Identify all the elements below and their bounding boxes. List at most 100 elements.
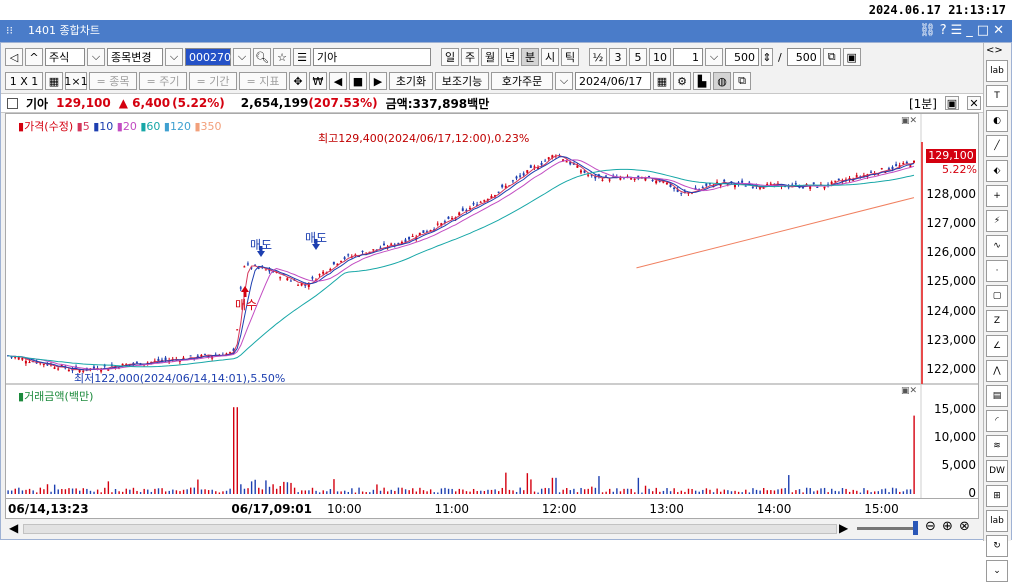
tool-arc-icon[interactable]: ◜ — [986, 410, 1008, 432]
zoom-slider-thumb[interactable] — [913, 521, 918, 535]
half-button[interactable]: ½ — [589, 48, 607, 66]
interval-input[interactable]: 1 — [673, 48, 703, 66]
volume-bar — [730, 491, 733, 494]
count-input[interactable]: 500 — [725, 48, 759, 66]
compare-period-button[interactable]: = 주기 — [139, 72, 187, 90]
change-stock-button[interactable]: 종목변경 — [107, 48, 163, 66]
minimize-icon[interactable]: _ — [966, 23, 977, 38]
period-year[interactable]: 년 — [501, 48, 519, 66]
tool-dot-icon[interactable]: · — [986, 260, 1008, 282]
add-pane-icon[interactable]: ⧉ — [733, 72, 751, 90]
search-icon[interactable]: 🔍︎ — [253, 48, 271, 66]
tool-ref-icon[interactable]: ↻ — [986, 535, 1008, 557]
menu-icon[interactable]: ☰ — [951, 23, 967, 38]
date-input[interactable]: 2024/06/17 — [575, 72, 651, 90]
asset-dropdown-icon[interactable]: ⌵ — [87, 48, 105, 66]
volume-bar — [551, 477, 554, 494]
volume-bar — [215, 491, 217, 494]
tool-wave-icon[interactable]: ∿ — [986, 235, 1008, 257]
asset-type-select[interactable]: 주식 — [45, 48, 85, 66]
select-checkbox[interactable] — [7, 97, 18, 109]
scroll-right-icon[interactable]: ▶ — [839, 521, 848, 535]
tool-wave2-icon[interactable]: ≋ — [986, 435, 1008, 457]
tool-tl-icon[interactable]: ⊞ — [986, 485, 1008, 507]
tool-lab2-icon[interactable]: lab — [986, 510, 1008, 532]
link-icon[interactable]: ⛓ — [919, 23, 940, 38]
scroll-left-icon[interactable]: ◀ — [9, 521, 18, 535]
tool-T-icon[interactable]: T — [986, 85, 1008, 107]
order-button[interactable]: 호가주문 — [491, 72, 553, 90]
interval-5[interactable]: 5 — [629, 48, 647, 66]
tool-lab-icon[interactable]: lab — [986, 60, 1008, 82]
tool-Z-icon[interactable]: Z — [986, 310, 1008, 332]
interval-dropdown-icon[interactable]: ⌵ — [705, 48, 723, 66]
period-hour[interactable]: 시 — [541, 48, 559, 66]
list-icon[interactable]: ☰ — [293, 48, 311, 66]
chart-svg[interactable] — [6, 114, 978, 498]
window-titlebar[interactable]: ⁝⁝ 1401 종합차트 ⛓?☰_□✕ — [0, 20, 1012, 42]
settings-icon[interactable]: ⚙ — [673, 72, 691, 90]
tool-down-icon[interactable]: ⌄ — [986, 560, 1008, 582]
tool-DW-icon[interactable]: DW — [986, 460, 1008, 482]
tool-pie-icon[interactable]: ◐ — [986, 110, 1008, 132]
chart-area[interactable]: ▮가격(수정) ▮5 ▮10 ▮20 ▮60 ▮120 ▮350 ▣✕ 최고12… — [5, 113, 979, 500]
tool-grid-icon[interactable]: ▤ — [986, 385, 1008, 407]
move-icon[interactable]: ✥ — [289, 72, 307, 90]
stock-code-input[interactable]: 000270 — [185, 48, 231, 66]
tool-line-icon[interactable]: ╱ — [986, 135, 1008, 157]
order-dropdown-icon[interactable]: ⌵ — [555, 72, 573, 90]
calendar-icon[interactable]: ▦ — [653, 72, 671, 90]
stock-name-field[interactable]: 기아 — [313, 48, 431, 66]
horizontal-scrollbar[interactable]: ◀ ▶ ⊖ ⊕ ⊗ — [5, 519, 979, 539]
compare-stock-button[interactable]: = 종목 — [89, 72, 137, 90]
price-pane-controls[interactable]: ▣✕ — [901, 116, 917, 126]
tool-plus-icon[interactable]: + — [986, 185, 1008, 207]
volume-bar — [777, 489, 779, 494]
stop-icon[interactable]: ■ — [349, 72, 367, 90]
scroll-track[interactable] — [23, 524, 837, 534]
change-dropdown-icon[interactable]: ⌵ — [165, 48, 183, 66]
crosshair-icon[interactable]: ₩ — [309, 72, 327, 90]
up-button[interactable]: ^ — [25, 48, 43, 66]
star-icon[interactable]: ☆ — [273, 48, 291, 66]
indicator-icon[interactable]: ▙ — [693, 72, 711, 90]
tool-ang-icon[interactable]: ∠ — [986, 335, 1008, 357]
play-forward-icon[interactable]: ▶ — [369, 72, 387, 90]
tool-fan-icon[interactable]: ⋀ — [986, 360, 1008, 382]
volume-pane-controls[interactable]: ▣✕ — [901, 386, 917, 396]
pane-maximize-icon[interactable]: ▣ — [945, 96, 959, 110]
tool-rect-icon[interactable]: ▢ — [986, 285, 1008, 307]
interval-3[interactable]: 3 — [609, 48, 627, 66]
compare-indicator-button[interactable]: = 지표 — [239, 72, 287, 90]
new-window-icon[interactable]: ⧉ — [822, 48, 841, 66]
collapse-icon[interactable]: <> — [986, 45, 1003, 56]
period-tick[interactable]: 틱 — [561, 48, 579, 66]
tool-ruler-icon[interactable]: ⬖ — [986, 160, 1008, 182]
single-layout-button[interactable]: 1×1 — [64, 72, 88, 90]
period-month[interactable]: 월 — [481, 48, 499, 66]
zoom-in-icon[interactable]: ⊗ — [959, 519, 970, 534]
save-icon[interactable]: ▣ — [842, 48, 861, 66]
zoom-slider[interactable] — [857, 527, 917, 530]
zoom-out-icon[interactable]: ⊖ — [925, 519, 936, 534]
layout-button[interactable]: 1 X 1 — [5, 72, 43, 90]
play-back-icon[interactable]: ◀ — [329, 72, 347, 90]
pane-close-icon[interactable]: ✕ — [967, 96, 981, 110]
assist-button[interactable]: 보조기능 — [435, 72, 489, 90]
prev-button[interactable]: ◁ — [5, 48, 23, 66]
period-minute[interactable]: 분 — [521, 48, 539, 66]
zoom-reset-icon[interactable]: ⊕ — [942, 519, 953, 534]
interval-10[interactable]: 10 — [649, 48, 671, 66]
grid-icon[interactable]: ▦ — [45, 72, 63, 90]
period-day[interactable]: 일 — [441, 48, 459, 66]
period-week[interactable]: 주 — [461, 48, 479, 66]
compare-range-button[interactable]: = 기간 — [189, 72, 237, 90]
count-stepper[interactable]: ⇕ — [761, 48, 773, 66]
reset-button[interactable]: 초기화 — [389, 72, 433, 90]
tool-bolt-icon[interactable]: ⚡ — [986, 210, 1008, 232]
close-icon[interactable]: ✕ — [993, 23, 1008, 38]
help-icon[interactable]: ? — [940, 23, 951, 38]
overlay-icon[interactable]: ◍ — [713, 72, 731, 90]
code-dropdown-icon[interactable]: ⌵ — [233, 48, 251, 66]
maximize-icon[interactable]: □ — [977, 23, 993, 38]
